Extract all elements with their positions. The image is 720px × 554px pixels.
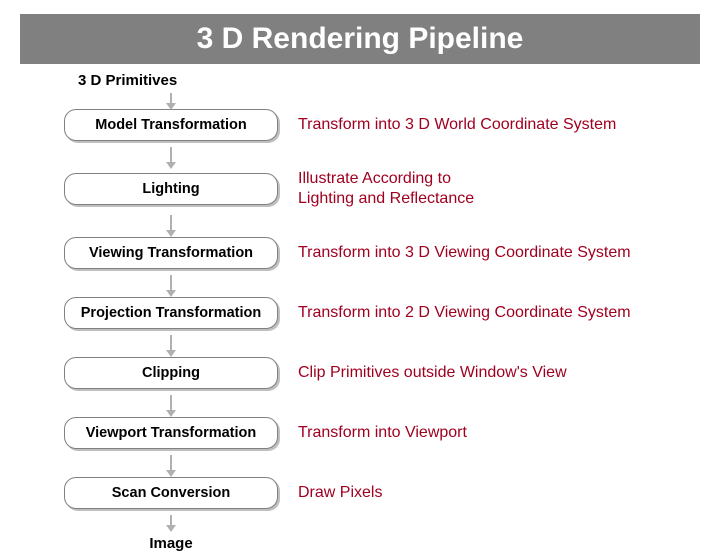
slide-title: 3 D Rendering Pipeline [20, 14, 700, 64]
stage-projection-transformation: Projection Transformation [64, 297, 278, 329]
stage-row: Lighting Illustrate According toLighting… [64, 169, 680, 209]
stage-row: Projection Transformation Transform into… [64, 297, 680, 329]
stage-desc: Transform into Viewport [298, 423, 467, 443]
pipeline-diagram: 3 D Primitives Model Transformation Tran… [0, 72, 720, 552]
stage-scan-conversion: Scan Conversion [64, 477, 278, 509]
stage-desc: Clip Primitives outside Window's View [298, 363, 567, 383]
stage-model-transformation: Model Transformation [64, 109, 278, 141]
input-label: 3 D Primitives [78, 72, 680, 89]
stage-desc: Transform into 3 D World Coordinate Syst… [298, 115, 616, 135]
stage-lighting: Lighting [64, 173, 278, 205]
stage-row: Clipping Clip Primitives outside Window'… [64, 357, 680, 389]
output-label: Image [64, 535, 278, 552]
stage-row: Scan Conversion Draw Pixels [64, 477, 680, 509]
arrow [64, 395, 278, 417]
arrow [64, 275, 278, 297]
arrow [64, 455, 278, 477]
arrow [64, 147, 278, 169]
stage-row: Viewport Transformation Transform into V… [64, 417, 680, 449]
arrow [64, 335, 278, 357]
stage-viewing-transformation: Viewing Transformation [64, 237, 278, 269]
stage-desc: Illustrate According toLighting and Refl… [298, 169, 474, 209]
stage-desc: Draw Pixels [298, 483, 382, 503]
arrow [64, 93, 278, 109]
stage-viewport-transformation: Viewport Transformation [64, 417, 278, 449]
stage-clipping: Clipping [64, 357, 278, 389]
stage-desc: Transform into 2 D Viewing Coordinate Sy… [298, 303, 631, 323]
stage-desc: Transform into 3 D Viewing Coordinate Sy… [298, 243, 631, 263]
stage-row: Viewing Transformation Transform into 3 … [64, 237, 680, 269]
arrow [64, 515, 278, 533]
arrow [64, 215, 278, 237]
stage-row: Model Transformation Transform into 3 D … [64, 109, 680, 141]
